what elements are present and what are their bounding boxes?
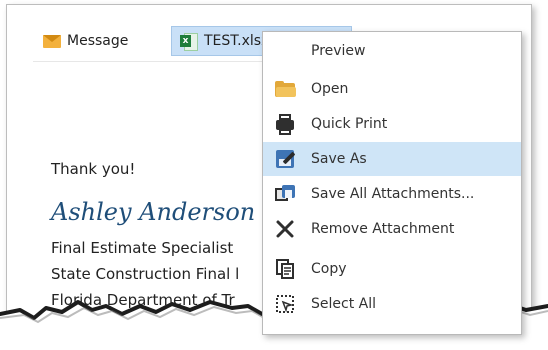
remove-icon <box>273 217 297 241</box>
signature-name: Ashley Anderson <box>51 198 256 226</box>
menu-item-label: Copy <box>311 261 347 277</box>
message-tab-label: Message <box>67 33 129 49</box>
save-as-icon <box>273 147 297 171</box>
mail-icon <box>43 34 61 48</box>
menu-item-label: Save All Attachments... <box>311 186 475 202</box>
menu-item-label: Save As <box>311 151 367 167</box>
preview-icon <box>273 39 297 63</box>
printer-icon <box>273 112 297 136</box>
menu-item-label: Open <box>311 81 349 97</box>
menu-item-label: Select All <box>311 296 376 312</box>
menu-item-select-all[interactable]: Select All <box>263 287 521 321</box>
copy-icon <box>273 257 297 281</box>
folder-icon <box>273 77 297 101</box>
menu-item-save-as[interactable]: Save As <box>263 142 521 176</box>
select-all-icon <box>273 292 297 316</box>
menu-item-preview[interactable]: Preview <box>263 34 521 68</box>
message-tab[interactable]: Message <box>43 29 128 53</box>
menu-item-save-all-attachments[interactable]: Save All Attachments... <box>263 177 521 211</box>
menu-item-label: Remove Attachment <box>311 221 455 237</box>
context-menu: Preview Open Quick Print Save As Save Al… <box>262 31 522 335</box>
menu-item-remove-attachment[interactable]: Remove Attachment <box>263 212 521 246</box>
menu-item-open[interactable]: Open <box>263 72 521 106</box>
signature-line: Final Estimate Specialist <box>51 239 234 257</box>
menu-item-copy[interactable]: Copy <box>263 252 521 286</box>
thanks-text: Thank you! <box>51 160 136 178</box>
menu-item-label: Quick Print <box>311 116 388 132</box>
menu-item-label: Preview <box>311 43 366 59</box>
menu-item-quick-print[interactable]: Quick Print <box>263 107 521 141</box>
save-all-icon <box>273 182 297 206</box>
attachment-tab-label: TEST.xlsx <box>204 33 270 49</box>
excel-file-icon: x <box>180 32 198 51</box>
